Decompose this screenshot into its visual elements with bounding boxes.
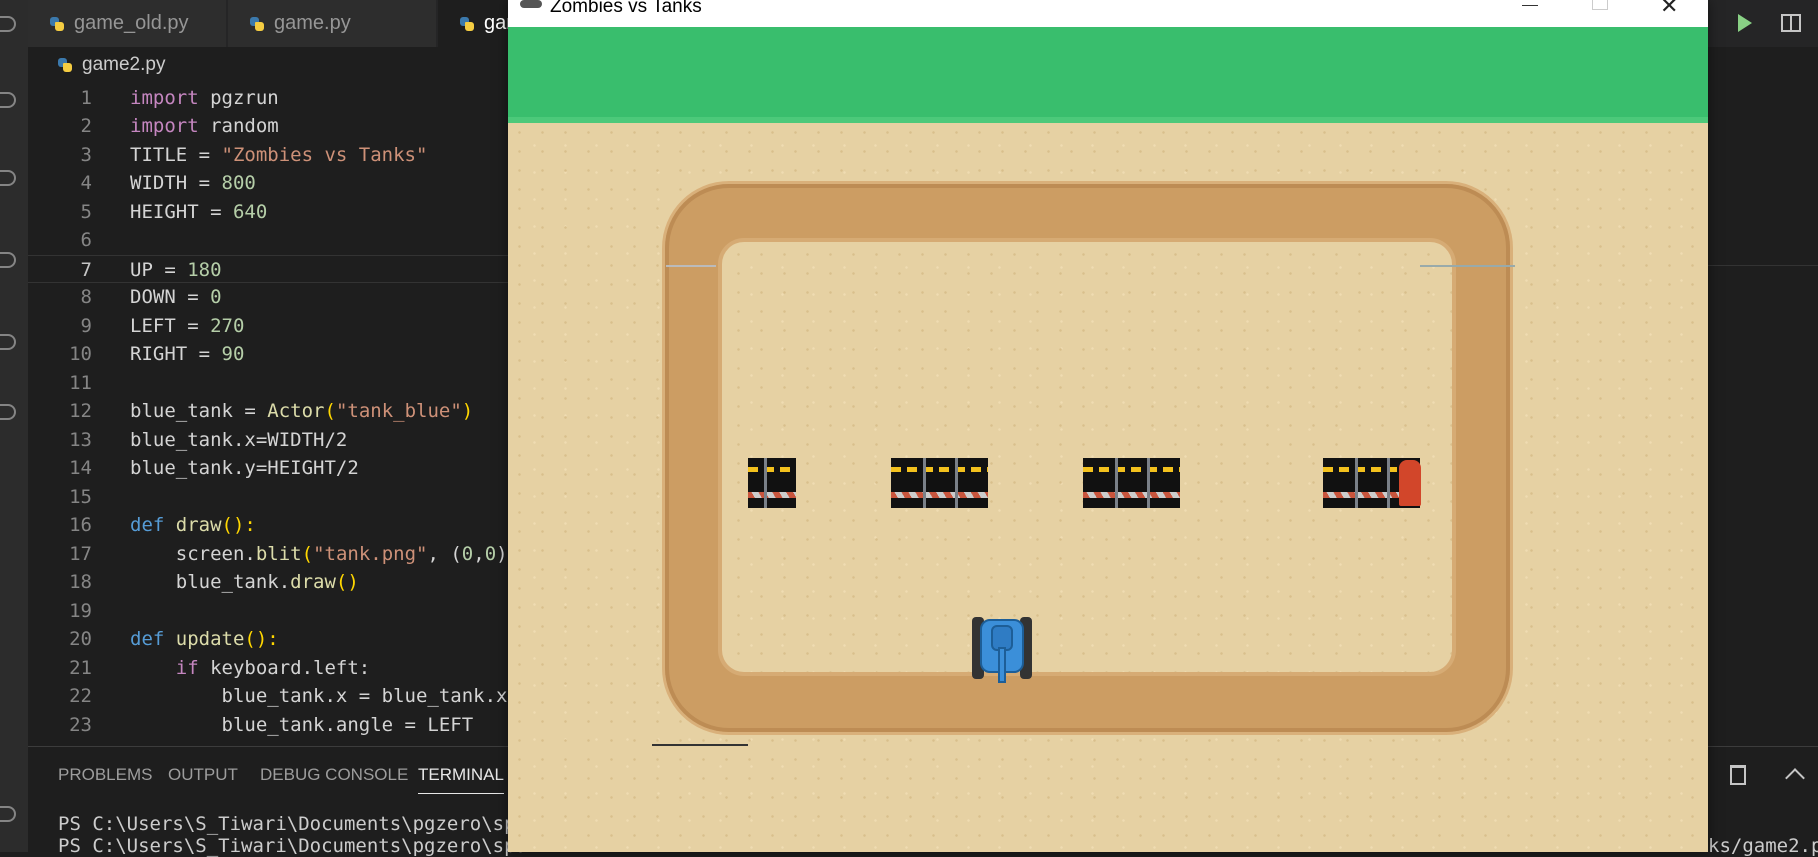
- game-window[interactable]: Zombies vs Tanks ✕: [508, 0, 1708, 852]
- code-line: 17 screen.blit("tank.png", (0,0): [69, 543, 508, 565]
- zombie-sprite: [1399, 460, 1421, 506]
- breadcrumb[interactable]: game2.py: [58, 51, 165, 79]
- code-line: 9 LEFT = 270: [80, 315, 245, 337]
- run-debug-icon[interactable]: [0, 252, 16, 268]
- barrier-block: [891, 458, 988, 508]
- render-artifact: [666, 265, 716, 267]
- blue-tank-sprite: [972, 617, 1032, 683]
- tab-label: game_old.py: [74, 12, 189, 34]
- extensions-icon[interactable]: [0, 334, 16, 350]
- code-line: 21 if keyboard.left:: [69, 657, 371, 679]
- code-line: 1 import pgzrun: [80, 87, 279, 109]
- terminal-line: PS C:\Users\S_Tiwari\Documents\pgzero\sp…: [58, 835, 527, 857]
- code-line: 15: [69, 486, 92, 508]
- split-editor-icon: [1781, 14, 1801, 32]
- tab-problems[interactable]: PROBLEMS: [58, 765, 152, 785]
- tab-label: game.py: [274, 12, 351, 34]
- game-window-titlebar[interactable]: Zombies vs Tanks ✕: [508, 0, 1708, 27]
- tab-terminal[interactable]: TERMINAL: [418, 765, 504, 794]
- code-line: 12 blue_tank = Actor("tank_blue"): [69, 400, 474, 422]
- close-icon[interactable]: ✕: [1660, 0, 1678, 19]
- activity-bar: [0, 0, 28, 852]
- barrier-block: [748, 458, 796, 508]
- game-window-title: Zombies vs Tanks: [550, 0, 702, 17]
- tab-output[interactable]: OUTPUT: [168, 765, 238, 785]
- python-file-icon: [58, 58, 72, 72]
- trash-icon[interactable]: [1730, 765, 1746, 785]
- minimize-icon[interactable]: [1522, 5, 1538, 6]
- render-artifact: [652, 744, 748, 746]
- code-line: 5 HEIGHT = 640: [80, 201, 268, 223]
- code-line: 19: [69, 600, 92, 622]
- terminal-line-tail: ks/game2.py: [1708, 835, 1818, 857]
- code-line: 6: [80, 229, 92, 251]
- breadcrumb-file: game2.py: [82, 54, 166, 75]
- code-line: 18 blue_tank.draw(): [69, 571, 359, 593]
- remote-icon[interactable]: [0, 404, 16, 420]
- barrier-block: [1083, 458, 1180, 508]
- app-icon: [520, 0, 542, 8]
- run-button[interactable]: [1730, 8, 1760, 38]
- search-icon[interactable]: [0, 92, 16, 108]
- code-line: 10 RIGHT = 90: [69, 343, 245, 365]
- split-editor-button[interactable]: [1776, 8, 1806, 38]
- tab-game[interactable]: game.py: [228, 0, 436, 47]
- grass-strip: [508, 27, 1708, 121]
- python-file-icon: [250, 16, 264, 31]
- code-line: 16 def draw():: [69, 514, 256, 536]
- code-line: 8 DOWN = 0: [80, 286, 222, 308]
- render-artifact: [1420, 265, 1515, 267]
- run-icon: [1738, 14, 1752, 32]
- account-icon[interactable]: [0, 806, 16, 822]
- code-line: 13 blue_tank.x=WIDTH/2: [69, 429, 348, 451]
- code-line: 20 def update():: [69, 628, 279, 650]
- code-line: 3 TITLE = "Zombies vs Tanks": [80, 144, 428, 166]
- code-line: 4 WIDTH = 800: [80, 172, 256, 194]
- source-control-icon[interactable]: [0, 170, 16, 186]
- tab-game-old[interactable]: game_old.py: [28, 0, 226, 47]
- chevron-up-icon[interactable]: [1785, 768, 1805, 788]
- code-line: 2 import random: [80, 115, 279, 137]
- code-line: 22 blue_tank.x = blue_tank.x: [69, 685, 508, 707]
- track-infield: [722, 242, 1452, 672]
- code-editor[interactable]: 1 import pgzrun 2 import random 3 TITLE = "…: [28, 84, 508, 746]
- tab-debug-console[interactable]: DEBUG CONSOLE: [260, 765, 408, 785]
- explorer-icon[interactable]: [0, 16, 16, 32]
- maximize-icon[interactable]: [1592, 0, 1608, 10]
- python-file-icon: [50, 16, 64, 31]
- code-line: 11: [69, 372, 92, 394]
- code-line: 23 blue_tank.angle = LEFT: [69, 714, 474, 736]
- terminal-line: PS C:\Users\S_Tiwari\Documents\pgzero\sp…: [58, 813, 527, 835]
- code-line-current: 7 UP = 180: [28, 255, 508, 283]
- code-line: 14 blue_tank.y=HEIGHT/2: [69, 457, 359, 479]
- python-file-icon: [460, 16, 474, 31]
